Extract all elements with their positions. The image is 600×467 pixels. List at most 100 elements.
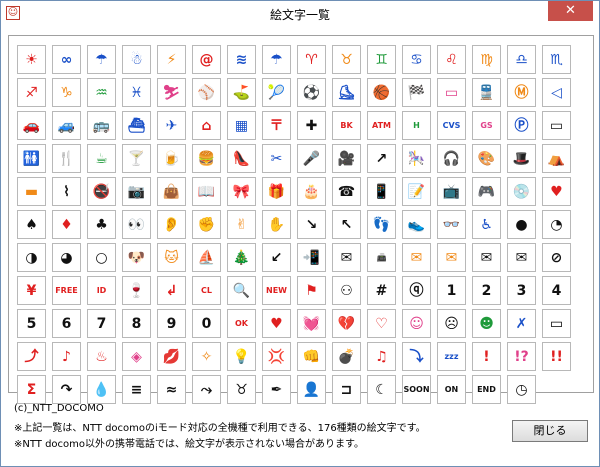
emoji-cell-icon[interactable]: 👤 (297, 375, 326, 404)
emoji-cell-icon[interactable]: 🎀 (227, 177, 256, 206)
emoji-cell-icon[interactable]: GS (472, 111, 501, 140)
emoji-cell-icon[interactable]: ↲ (157, 276, 186, 305)
emoji-cell-icon[interactable]: 🐶 (122, 243, 151, 272)
emoji-cell-icon[interactable]: !? (507, 342, 536, 371)
emoji-cell-icon[interactable]: 👊 (297, 342, 326, 371)
emoji-cell-icon[interactable]: 📷 (122, 177, 151, 206)
emoji-cell-icon[interactable]: ♐ (17, 78, 46, 107)
emoji-cell-icon[interactable]: 9 (157, 309, 186, 338)
emoji-cell-icon[interactable]: ↖ (332, 210, 361, 239)
emoji-cell-icon[interactable]: ⤵ (402, 342, 431, 371)
emoji-cell-icon[interactable]: ∞ (52, 45, 81, 74)
emoji-cell-icon[interactable]: ⚽ (297, 78, 326, 107)
emoji-cell-icon[interactable]: ○ (87, 243, 116, 272)
emoji-cell-icon[interactable]: 👜 (157, 177, 186, 206)
emoji-cell-icon[interactable]: 💿 (507, 177, 536, 206)
emoji-cell-icon[interactable]: 🎾 (262, 78, 291, 107)
emoji-cell-icon[interactable]: OK (227, 309, 256, 338)
emoji-cell-icon[interactable]: 🎩 (507, 144, 536, 173)
emoji-cell-icon[interactable]: ♊ (367, 45, 396, 74)
emoji-cell-icon[interactable]: @ (192, 45, 221, 74)
emoji-cell-icon[interactable]: ☺ (402, 309, 431, 338)
emoji-cell-icon[interactable]: 👀 (122, 210, 151, 239)
emoji-cell-icon[interactable]: 🍸 (122, 144, 151, 173)
emoji-cell-icon[interactable]: ⤴ (17, 342, 46, 371)
emoji-cell-icon[interactable]: 👠 (227, 144, 256, 173)
emoji-cell-icon[interactable]: ☃ (122, 45, 151, 74)
emoji-cell-icon[interactable]: 🚻 (17, 144, 46, 173)
emoji-cell-icon[interactable]: ✉ (507, 243, 536, 272)
emoji-cell-icon[interactable]: 7 (87, 309, 116, 338)
emoji-cell-icon[interactable]: zzz (437, 342, 466, 371)
emoji-cell-icon[interactable]: ⌇ (52, 177, 81, 206)
emoji-cell-icon[interactable]: BK (332, 111, 361, 140)
emoji-cell-icon[interactable]: CL (192, 276, 221, 305)
emoji-cell-icon[interactable]: ⛵ (192, 243, 221, 272)
emoji-cell-icon[interactable]: 💓 (297, 309, 326, 338)
emoji-cell-icon[interactable]: 🚌 (87, 111, 116, 140)
emoji-cell-icon[interactable]: !! (542, 342, 571, 371)
emoji-cell-icon[interactable]: 💧 (87, 375, 116, 404)
emoji-cell-icon[interactable]: Ⓟ (507, 111, 536, 140)
emoji-cell-icon[interactable]: 🚗 (17, 111, 46, 140)
emoji-cell-icon[interactable]: ⛳ (227, 78, 256, 107)
emoji-cell-icon[interactable]: ✉ (402, 243, 431, 272)
emoji-cell-icon[interactable]: ≋ (227, 45, 256, 74)
emoji-cell-icon[interactable]: ☎ (332, 177, 361, 206)
emoji-cell-icon[interactable]: ♥ (262, 309, 291, 338)
emoji-cell-icon[interactable]: ✒ (262, 375, 291, 404)
emoji-cell-icon[interactable]: 💢 (262, 342, 291, 371)
emoji-cell-icon[interactable]: ✊ (192, 210, 221, 239)
emoji-cell-icon[interactable]: ♎ (507, 45, 536, 74)
emoji-cell-icon[interactable]: ♓ (122, 78, 151, 107)
emoji-cell-icon[interactable]: 🍔 (192, 144, 221, 173)
emoji-cell-icon[interactable]: 👓 (437, 210, 466, 239)
emoji-cell-icon[interactable]: 📝 (402, 177, 431, 206)
emoji-cell-icon[interactable]: 💋 (157, 342, 186, 371)
emoji-cell-icon[interactable]: ☹ (437, 309, 466, 338)
emoji-cell-icon[interactable]: SOON (402, 375, 431, 404)
emoji-cell-icon[interactable]: ☾ (367, 375, 396, 404)
emoji-cell-icon[interactable]: 👂 (157, 210, 186, 239)
emoji-cell-icon[interactable]: ☂ (262, 45, 291, 74)
emoji-cell-icon[interactable]: 🏀 (367, 78, 396, 107)
emoji-cell-icon[interactable]: 🎥 (332, 144, 361, 173)
emoji-cell-icon[interactable]: ⚾ (192, 78, 221, 107)
emoji-cell-icon[interactable]: 🐱 (157, 243, 186, 272)
emoji-cell-icon[interactable]: ATM (367, 111, 396, 140)
emoji-cell-icon[interactable]: ⛺ (542, 144, 571, 173)
emoji-cell-icon[interactable]: ⤳ (192, 375, 221, 404)
window-close-button[interactable]: ✕ (548, 1, 593, 21)
emoji-cell-icon[interactable]: ♫ (367, 342, 396, 371)
emoji-cell-icon[interactable]: NEW (262, 276, 291, 305)
emoji-cell-icon[interactable]: 🍺 (157, 144, 186, 173)
emoji-cell-icon[interactable]: ✉ (332, 243, 361, 272)
emoji-cell-icon[interactable]: 📺 (437, 177, 466, 206)
emoji-cell-icon[interactable]: Ⓜ (507, 78, 536, 107)
emoji-cell-icon[interactable]: 💣 (332, 342, 361, 371)
emoji-cell-icon[interactable]: ◷ (507, 375, 536, 404)
emoji-cell-icon[interactable]: ◔ (542, 210, 571, 239)
emoji-cell-icon[interactable]: ⛷ (157, 78, 186, 107)
emoji-cell-icon[interactable]: ON (437, 375, 466, 404)
emoji-cell-icon[interactable]: 🎂 (297, 177, 326, 206)
emoji-cell-icon[interactable]: ⊐ (332, 375, 361, 404)
emoji-cell-icon[interactable]: ♣ (87, 210, 116, 239)
emoji-cell-icon[interactable]: CVS (437, 111, 466, 140)
emoji-cell-icon[interactable]: ✋ (262, 210, 291, 239)
emoji-cell-icon[interactable]: ● (507, 210, 536, 239)
emoji-cell-icon[interactable]: ▭ (437, 78, 466, 107)
emoji-cell-icon[interactable]: 🎤 (297, 144, 326, 173)
emoji-cell-icon[interactable]: ⛴ (122, 111, 151, 140)
emoji-cell-icon[interactable]: ✧ (192, 342, 221, 371)
emoji-cell-icon[interactable]: ⚇ (332, 276, 361, 305)
emoji-cell-icon[interactable]: ♿ (472, 210, 501, 239)
emoji-cell-icon[interactable]: 📲 (297, 243, 326, 272)
emoji-cell-icon[interactable]: ♪ (52, 342, 81, 371)
emoji-cell-icon[interactable]: 〒 (262, 111, 291, 140)
emoji-cell-icon[interactable]: ↙ (262, 243, 291, 272)
emoji-cell-icon[interactable]: ▬ (17, 177, 46, 206)
emoji-cell-icon[interactable]: 📠 (367, 243, 396, 272)
emoji-cell-icon[interactable]: 🍷 (122, 276, 151, 305)
emoji-cell-icon[interactable]: 📖 (192, 177, 221, 206)
